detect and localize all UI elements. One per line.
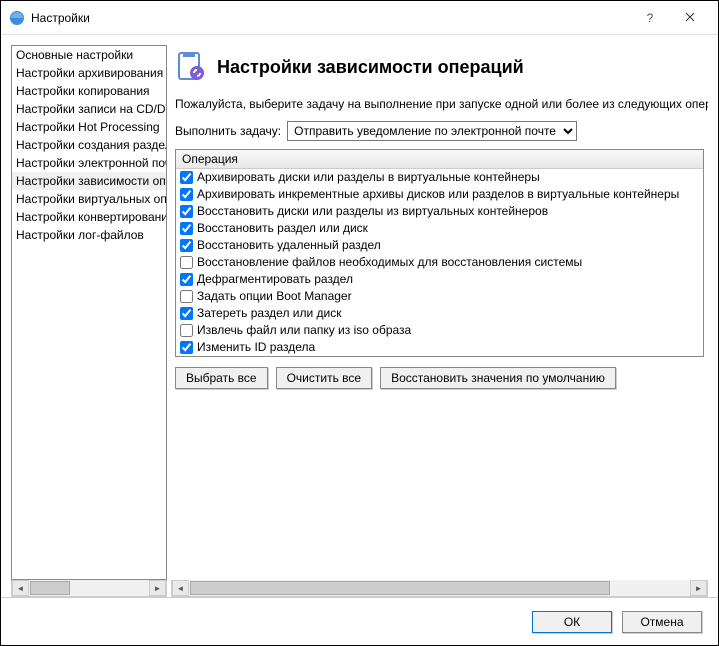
page-title: Настройки зависимости операций: [217, 57, 524, 78]
operation-label: Восстановить раздел или диск: [197, 220, 368, 237]
sidebar-item[interactable]: Основные настройки: [12, 46, 166, 64]
operation-row: Затереть раздел или диск: [176, 305, 703, 322]
operation-row: Дефрагментировать раздел: [176, 271, 703, 288]
restore-defaults-button[interactable]: Восстановить значения по умолчанию: [380, 367, 616, 389]
body: Основные настройкиНастройки архивировани…: [1, 35, 718, 597]
operation-checkbox[interactable]: [180, 290, 193, 303]
sidebar-wrap: Основные настройкиНастройки архивировани…: [11, 45, 167, 597]
operation-row: Архивировать инкрементные архивы дисков …: [176, 186, 703, 203]
operation-checkbox[interactable]: [180, 188, 193, 201]
operation-label: Задать опции Boot Manager: [197, 288, 352, 305]
close-icon: [685, 11, 695, 25]
sidebar-item[interactable]: Настройки Hot Processing: [12, 118, 166, 136]
ok-button[interactable]: ОК: [532, 611, 612, 633]
cancel-button[interactable]: Отмена: [622, 611, 702, 633]
operation-checkbox[interactable]: [180, 171, 193, 184]
operation-row: Восстановить диски или разделы из виртуа…: [176, 203, 703, 220]
operation-label: Восстановить диски или разделы из виртуа…: [197, 203, 548, 220]
help-button[interactable]: ?: [630, 3, 670, 33]
scroll-right-icon[interactable]: ►: [690, 580, 707, 596]
sidebar-item[interactable]: Настройки создания разделов: [12, 136, 166, 154]
task-label: Выполнить задачу:: [175, 124, 281, 138]
clear-all-button[interactable]: Очистить все: [276, 367, 372, 389]
scroll-left-icon[interactable]: ◄: [12, 580, 29, 596]
operation-checkbox[interactable]: [180, 256, 193, 269]
sidebar-item[interactable]: Настройки архивирования: [12, 64, 166, 82]
close-button[interactable]: [670, 3, 710, 33]
operation-checkbox[interactable]: [180, 307, 193, 320]
scroll-right-icon[interactable]: ►: [149, 580, 166, 596]
operation-row: Архивировать диски или разделы в виртуал…: [176, 169, 703, 186]
operation-list-body: Архивировать диски или разделы в виртуал…: [176, 169, 703, 356]
operation-checkbox[interactable]: [180, 205, 193, 218]
operation-label: Дефрагментировать раздел: [197, 271, 353, 288]
operation-label: Затереть раздел или диск: [197, 305, 342, 322]
operation-label: Архивировать диски или разделы в виртуал…: [197, 169, 540, 186]
sidebar-item[interactable]: Настройки лог-файлов: [12, 226, 166, 244]
operation-checkbox[interactable]: [180, 239, 193, 252]
operation-row: Восстановить раздел или диск: [176, 220, 703, 237]
operation-row: Извлечь файл или папку из iso образа: [176, 322, 703, 339]
operation-label: Извлечь файл или папку из iso образа: [197, 322, 411, 339]
operation-row: Восстановление файлов необходимых для во…: [176, 254, 703, 271]
sidebar-item[interactable]: Настройки зависимости операций: [12, 172, 166, 190]
sidebar-item[interactable]: Настройки виртуальных операций: [12, 190, 166, 208]
operation-label: Восстановление файлов необходимых для во…: [197, 254, 582, 271]
window-title: Настройки: [31, 11, 630, 25]
dependency-icon: [175, 51, 207, 83]
operation-row: Задать опции Boot Manager: [176, 288, 703, 305]
settings-window: Настройки ? Основные настройкиНастройки …: [0, 0, 719, 646]
operation-label: Изменить ID раздела: [197, 339, 315, 356]
sidebar-item[interactable]: Настройки записи на CD/DVD: [12, 100, 166, 118]
main-panel: Настройки зависимости операций Пожалуйст…: [171, 45, 708, 597]
operation-row: Восстановить удаленный раздел: [176, 237, 703, 254]
operation-label: Восстановить удаленный раздел: [197, 237, 381, 254]
operation-list: Операция Архивировать диски или разделы …: [175, 149, 704, 357]
sidebar-item[interactable]: Настройки копирования: [12, 82, 166, 100]
description: Пожалуйста, выберите задачу на выполнени…: [171, 97, 708, 121]
task-select[interactable]: Отправить уведомление по электронной поч…: [287, 121, 577, 141]
sidebar-item[interactable]: Настройки конвертирования: [12, 208, 166, 226]
operation-checkbox[interactable]: [180, 222, 193, 235]
scroll-thumb[interactable]: [190, 581, 610, 595]
button-row: Выбрать все Очистить все Восстановить зн…: [171, 357, 708, 399]
scroll-thumb[interactable]: [30, 581, 70, 595]
operation-checkbox[interactable]: [180, 341, 193, 354]
footer: ОК Отмена: [1, 597, 718, 645]
sidebar: Основные настройкиНастройки архивировани…: [11, 45, 167, 580]
app-icon: [9, 10, 25, 26]
sidebar-item[interactable]: Настройки электронной почты: [12, 154, 166, 172]
main-scrollbar[interactable]: ◄ ►: [171, 580, 708, 597]
scroll-left-icon[interactable]: ◄: [172, 580, 189, 596]
task-row: Выполнить задачу: Отправить уведомление …: [171, 121, 708, 149]
operation-row: Изменить ID раздела: [176, 339, 703, 356]
operation-checkbox[interactable]: [180, 324, 193, 337]
operation-checkbox[interactable]: [180, 273, 193, 286]
help-icon: ?: [647, 11, 654, 25]
operation-header[interactable]: Операция: [176, 150, 703, 169]
titlebar: Настройки ?: [1, 1, 718, 35]
sidebar-scrollbar[interactable]: ◄ ►: [11, 580, 167, 597]
operation-label: Архивировать инкрементные архивы дисков …: [197, 186, 679, 203]
main-header: Настройки зависимости операций: [171, 45, 708, 97]
select-all-button[interactable]: Выбрать все: [175, 367, 268, 389]
